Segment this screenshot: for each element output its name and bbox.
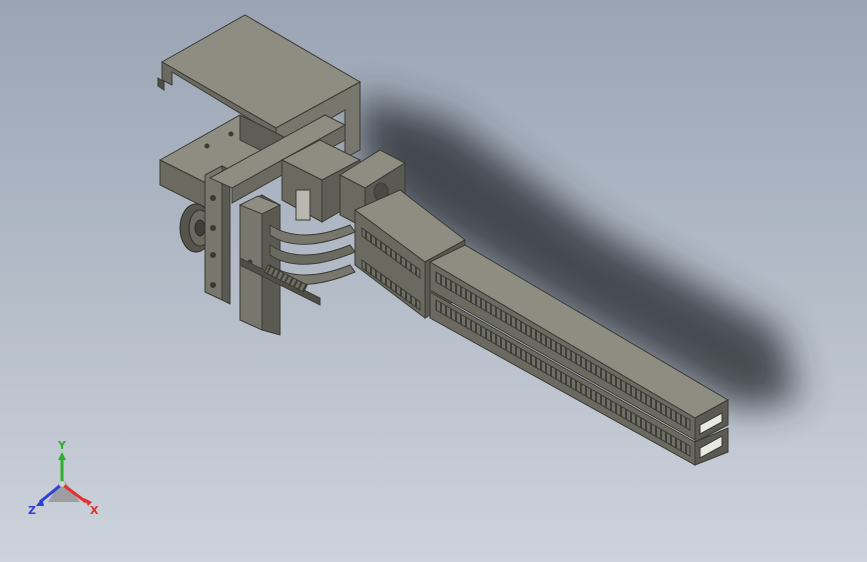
- triad-y-label: Y: [58, 439, 66, 452]
- orientation-triad[interactable]: Y X Z: [18, 440, 118, 530]
- triad-z-label: Z: [28, 504, 36, 517]
- cad-model-assembly[interactable]: [0, 0, 867, 562]
- graphics-viewport[interactable]: Y X Z: [0, 0, 867, 562]
- triad-x-label: X: [90, 504, 99, 517]
